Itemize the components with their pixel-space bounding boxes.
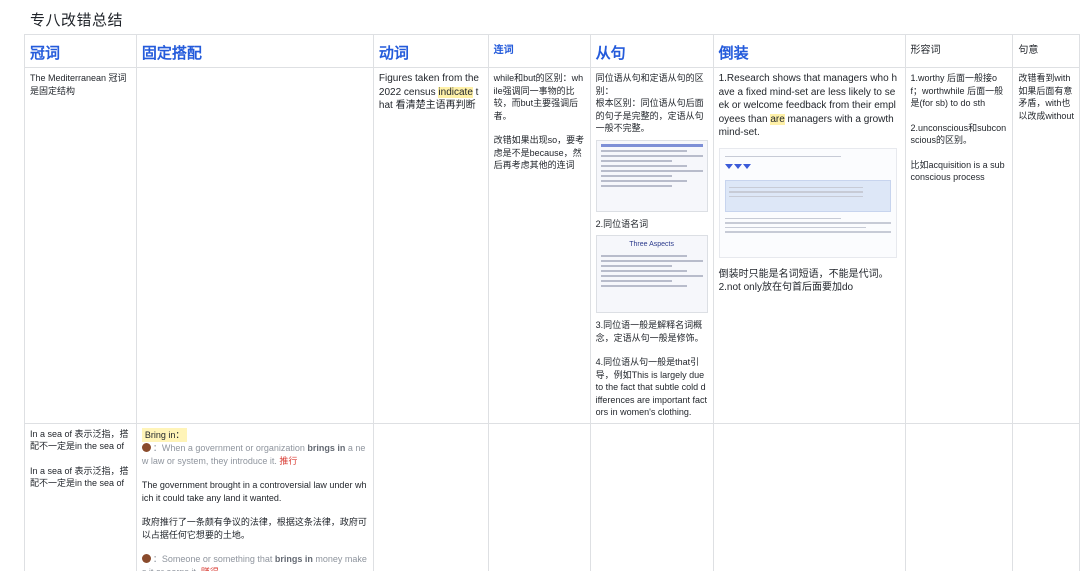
cell-empty[interactable] [372,422,489,571]
column-header-meaning[interactable]: 句意 [1012,34,1080,68]
definition-line: ：Someone or something that brings in mon… [141,553,368,571]
cell-paragraph: 2.unconscious和subconscious的区别。 [910,122,1007,146]
table-grid: 冠词 固定搭配 动词 连词 从句 倒装 形容词 句意 The Mediterra… [24,34,1080,571]
cell-paragraph: 根本区别：同位语从句后面的句子是完整的，定语从句一般不完整。 [595,98,704,133]
brown-circle-icon [141,443,151,452]
slide-title: Three Aspects [629,241,674,248]
cell-empty[interactable] [589,422,714,571]
cell-empty[interactable] [1012,422,1080,571]
cell-paragraph: 1.Research shows that managers who have … [718,73,898,138]
highlighted-word: are [770,113,785,125]
cell-empty[interactable] [904,422,1014,571]
highlight-tag: Bring in： [141,427,188,442]
cell-meaning[interactable]: 改错看到with 如果后面有意 矛盾，with也 以改成without [1012,67,1080,424]
cell-articles[interactable]: In a sea of 表示泛指，搭配不一定是in the sea of In … [24,422,137,571]
slide-thumbnail-image[interactable] [595,139,708,212]
column-header-adjectives[interactable]: 形容词 [904,34,1014,68]
example-sentence: The government brought in a controversia… [141,480,367,503]
cell-collocations[interactable]: Bring in： ：When a government or organiza… [135,422,374,571]
cell-adjectives[interactable]: 1.worthy 后面一般接of；worthwhile 后面一般是(for sb… [904,67,1014,424]
cell-paragraph: In a sea of 表示泛指，搭配不一定是in the sea of [30,465,129,489]
cell-paragraph: 2.同位语名词 [595,218,649,229]
column-header-inversion[interactable]: 倒装 [712,34,906,68]
cell-paragraph: 3.同位语一般是解释名词概念，定语从句一般是修饰。 [595,320,704,343]
table-row: The Mediterranean 冠词是固定结构 Figures taken … [24,67,1080,424]
cell-articles[interactable]: The Mediterranean 冠词是固定结构 [24,67,137,424]
cell-paragraph: 倒装时只能是名词短语，不能是代词。 [718,268,889,280]
cell-collocations-empty[interactable] [135,67,374,424]
cell-line: 以改成without [1018,110,1074,121]
column-header-articles[interactable]: 冠词 [24,34,137,68]
column-header-clauses[interactable]: 从句 [589,34,714,68]
summary-table: 冠词 固定搭配 动词 连词 从句 倒装 形容词 句意 The Mediterra… [24,34,1080,571]
screenshot-image[interactable] [718,147,897,258]
header-row: 冠词 固定搭配 动词 连词 从句 倒装 形容词 句意 [24,34,1080,68]
cell-line: 改错看到with [1018,73,1071,83]
cell-paragraph: In a sea of 表示泛指，搭配不一定是in the sea of [30,428,129,452]
cell-line: 如果后面有意 [1018,85,1073,96]
column-header-verbs[interactable]: 动词 [372,34,489,68]
brown-circle-icon [141,554,151,563]
definition-line: ：When a government or organization bring… [141,443,366,466]
cell-empty[interactable] [487,422,591,571]
cell-paragraph: 改错如果出现so，要考虑是不是because，然后再考虑其他的连词 [493,135,585,170]
cell-conjunctions[interactable]: while和but的区别：while强调同一事物的比较，而but主要强调后者。 … [487,67,591,424]
cell-paragraph: 2.not only放在句首后面要加do [718,282,854,293]
cell-paragraph: 比如acquisition is a subconscious process [910,159,1005,183]
cell-verbs[interactable]: Figures taken from the 2022 census indic… [372,67,489,424]
cell-empty[interactable] [712,422,906,571]
cell-line: 矛盾，with也 [1018,98,1071,108]
cell-clauses[interactable]: 同位语从句和定语从句的区别： 根本区别：同位语从句后面的句子是完整的，定语从句一… [589,67,714,424]
cell-paragraph: 同位语从句和定语从句的区别： [595,73,704,96]
column-header-conjunctions[interactable]: 连词 [487,34,591,68]
cell-paragraph: 1.worthy 后面一般接of；worthwhile 后面一般是(for sb… [910,73,1004,108]
cell-inversion[interactable]: 1.Research shows that managers who have … [712,67,906,424]
page-title: 专八改错总结 [30,12,124,29]
cell-paragraph: 4.同位语从句一般是that引导，例如This is largely due t… [595,357,707,417]
table-row: In a sea of 表示泛指，搭配不一定是in the sea of In … [24,422,1080,571]
slide-thumbnail-image[interactable]: Three Aspects [595,235,708,313]
example-translation: 政府推行了一条颇有争议的法律，根据这条法律，政府可以占据任何它想要的土地。 [141,517,367,540]
cell-paragraph: while和but的区别：while强调同一事物的比较，而but主要强调后者。 [493,73,584,121]
column-header-collocations[interactable]: 固定搭配 [135,34,374,68]
cell-text: The Mediterranean 冠词是固定结构 [30,73,127,96]
highlighted-word: indicate [438,86,473,98]
